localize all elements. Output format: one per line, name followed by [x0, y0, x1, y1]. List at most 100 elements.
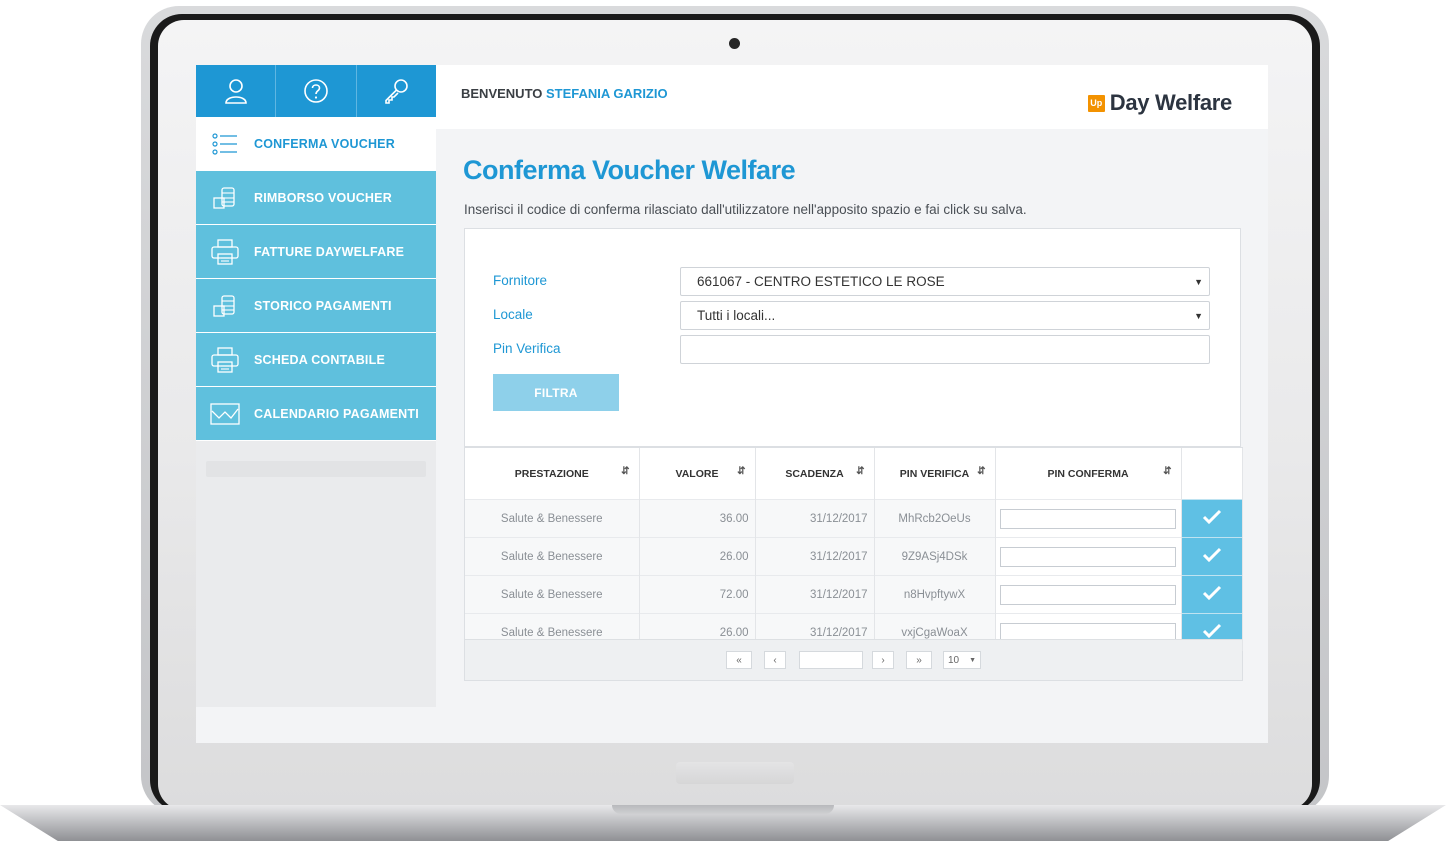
next-page-button[interactable]: ›	[872, 651, 894, 669]
pin-conferma-input[interactable]	[999, 546, 1176, 567]
cell-valore: 26.00	[639, 537, 756, 576]
table-row: Salute & Benessere 72.00 31/12/2017 n8Hv…	[465, 575, 1243, 614]
welcome-text: BENVENUTO STEFANIA GARIZIO	[461, 86, 668, 101]
user-icon[interactable]	[196, 65, 277, 117]
coins-icon	[196, 186, 254, 210]
caret-down-icon: ▼	[969, 656, 976, 664]
cell-pin-conferma	[995, 575, 1182, 614]
cell-valore: 72.00	[639, 575, 756, 614]
fornitore-select[interactable]: 661067 - CENTRO ESTETICO LE ROSE ▼	[680, 267, 1210, 296]
sidebar-item-fatture-daywelfare[interactable]: FATTURE DAYWELFARE	[196, 225, 436, 279]
page-size-value: 10	[948, 654, 960, 666]
cell-prestazione: Salute & Benessere	[465, 575, 640, 614]
cell-pin-verifica: 9Z9ASj4DSk	[874, 537, 996, 576]
pin-verifica-input[interactable]	[680, 335, 1210, 364]
first-page-button[interactable]: «	[726, 651, 752, 669]
main-area: BENVENUTO STEFANIA GARIZIO Up Day Welfar…	[436, 65, 1268, 707]
list-icon	[196, 132, 254, 155]
cell-pin-conferma	[995, 499, 1182, 538]
key-icon[interactable]	[357, 65, 436, 117]
filter-panel: Fornitore 661067 - CENTRO ESTETICO LE RO…	[464, 228, 1241, 447]
column-header-valore[interactable]: VALORE ⇵	[639, 448, 756, 500]
sidebar-item-label: FATTURE DAYWELFARE	[254, 244, 405, 259]
sidebar-item-calendario-pagamenti[interactable]: CALENDARIO PAGAMENTI	[196, 387, 436, 441]
cell-pin-conferma	[995, 537, 1182, 576]
sidebar-item-conferma-voucher[interactable]: CONFERMA VOUCHER	[196, 117, 436, 171]
sidebar-item-rimborso-voucher[interactable]: RIMBORSO VOUCHER	[196, 171, 436, 225]
sidebar-item-label: STORICO PAGAMENTI	[254, 298, 392, 313]
page-number-input[interactable]	[799, 651, 863, 669]
column-label: VALORE	[675, 467, 719, 480]
brand-name: Day Welfare	[1109, 90, 1233, 115]
column-header-pin-conferma[interactable]: PIN CONFERMA ⇵	[995, 448, 1182, 500]
locale-label: Locale	[493, 307, 533, 322]
app-screen: CONFERMA VOUCHER RIMBORSO VOUCHER FATTUR…	[196, 65, 1268, 743]
pin-conferma-input[interactable]	[999, 584, 1176, 605]
content-area: Conferma Voucher Welfare Inserisci il co…	[436, 129, 1268, 707]
column-label: PRESTAZIONE	[514, 467, 589, 480]
table-row: Salute & Benessere 36.00 31/12/2017 MhRc…	[465, 499, 1243, 538]
column-header-prestazione[interactable]: PRESTAZIONE ⇵	[465, 448, 640, 500]
sidebar-item-storico-pagamenti[interactable]: STORICO PAGAMENTI	[196, 279, 436, 333]
check-icon	[1202, 509, 1221, 525]
sidebar-item-label: CONFERMA VOUCHER	[254, 136, 395, 151]
sort-icon[interactable]: ⇵	[856, 466, 864, 477]
sidebar-item-scheda-contabile[interactable]: SCHEDA CONTABILE	[196, 333, 436, 387]
filtra-button[interactable]: FILTRA	[493, 374, 619, 411]
caret-down-icon: ▼	[1194, 311, 1203, 321]
printer-icon	[196, 238, 254, 265]
confirm-button[interactable]	[1181, 537, 1243, 576]
cell-valore: 36.00	[639, 499, 756, 538]
cell-pin-verifica: n8HvpftywX	[874, 575, 996, 614]
locale-value: Tutti i locali...	[697, 308, 776, 323]
confirm-button[interactable]	[1181, 575, 1243, 614]
brand-badge-icon: Up	[1087, 94, 1105, 112]
column-label: PIN VERIFICA	[899, 467, 970, 480]
confirm-button[interactable]	[1181, 499, 1243, 538]
sidebar-item-label: CALENDARIO PAGAMENTI	[254, 406, 419, 421]
prev-page-button[interactable]: ‹	[764, 651, 786, 669]
header: BENVENUTO STEFANIA GARIZIO Up Day Welfar…	[436, 65, 1268, 129]
check-icon	[1202, 547, 1221, 563]
sidebar-placeholder-bar	[206, 461, 426, 477]
cell-pin-verifica: MhRcb2OeUs	[874, 499, 996, 538]
column-label: PIN CONFERMA	[1047, 467, 1129, 480]
pagination: « ‹ › » 10 ▼	[465, 639, 1242, 680]
locale-select[interactable]: Tutti i locali... ▼	[680, 301, 1210, 330]
sort-icon[interactable]: ⇵	[977, 466, 985, 477]
table-row: Salute & Benessere 26.00 31/12/2017 9Z9A…	[465, 537, 1243, 576]
laptop-chin	[676, 762, 794, 784]
fornitore-label: Fornitore	[493, 273, 548, 288]
column-header-scadenza[interactable]: SCADENZA ⇵	[755, 448, 875, 500]
welcome-prefix: BENVENUTO	[461, 86, 543, 101]
user-name: STEFANIA GARIZIO	[546, 86, 668, 101]
pin-verifica-label: Pin Verifica	[493, 341, 561, 356]
sort-icon[interactable]: ⇵	[621, 466, 629, 477]
fornitore-value: 661067 - CENTRO ESTETICO LE ROSE	[697, 274, 945, 289]
cell-prestazione: Salute & Benessere	[465, 499, 640, 538]
pin-conferma-input[interactable]	[999, 508, 1176, 529]
page-title: Conferma Voucher Welfare	[463, 155, 796, 185]
chart-icon	[196, 402, 254, 425]
sidebar: CONFERMA VOUCHER RIMBORSO VOUCHER FATTUR…	[196, 65, 436, 707]
cell-prestazione: Salute & Benessere	[465, 537, 640, 576]
page-size-select[interactable]: 10 ▼	[943, 651, 981, 669]
sort-icon[interactable]: ⇵	[737, 466, 745, 477]
column-header-pin-verifica[interactable]: PIN VERIFICA ⇵	[874, 448, 996, 500]
brand-logo: Up Day Welfare	[1087, 90, 1233, 116]
last-page-button[interactable]: »	[906, 651, 932, 669]
help-icon[interactable]	[276, 65, 357, 117]
sort-icon[interactable]: ⇵	[1163, 466, 1171, 477]
page-subtitle: Inserisci il codice di conferma rilascia…	[464, 202, 1027, 217]
laptop-notch	[612, 805, 834, 814]
column-label: SCADENZA	[785, 467, 844, 480]
printer-icon	[196, 346, 254, 373]
cell-scadenza: 31/12/2017	[755, 537, 875, 576]
sidebar-top-icons	[196, 65, 436, 117]
voucher-table: PRESTAZIONE ⇵ VALORE ⇵ SCADENZA ⇵ PIN VERIF…	[464, 447, 1243, 681]
check-icon	[1202, 623, 1221, 639]
sidebar-item-label: RIMBORSO VOUCHER	[254, 190, 392, 205]
caret-down-icon: ▼	[1194, 277, 1203, 287]
cell-scadenza: 31/12/2017	[755, 499, 875, 538]
cell-scadenza: 31/12/2017	[755, 575, 875, 614]
